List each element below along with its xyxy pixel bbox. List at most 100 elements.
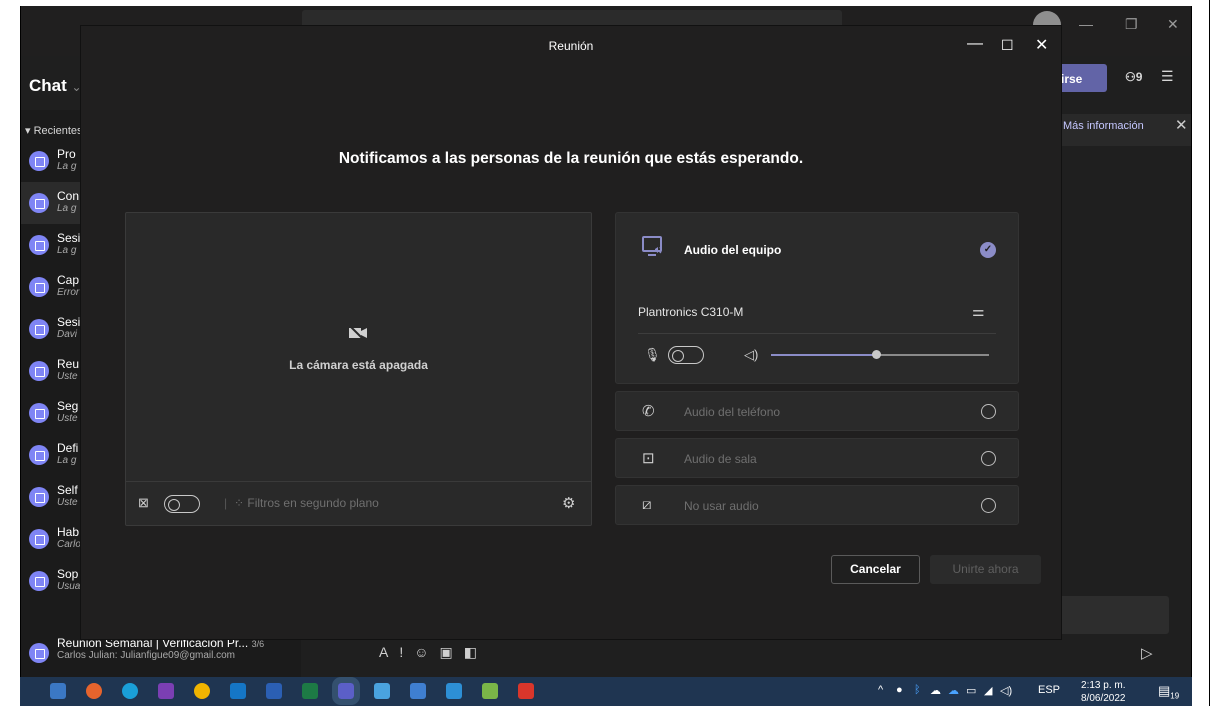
join-now-button[interactable]: Unirte ahora [930, 555, 1041, 584]
mic-icon[interactable]: ● [896, 684, 903, 696]
edge-icon[interactable] [122, 683, 138, 699]
app-icon[interactable] [374, 683, 390, 699]
camera-off-icon: ⊠ [138, 495, 149, 510]
important-icon[interactable]: ! [399, 644, 414, 660]
speaker-icon: ◁) [744, 347, 759, 362]
volume-icon[interactable]: ◁) [1000, 684, 1012, 697]
phone-audio-radio[interactable] [981, 404, 996, 419]
gear-icon[interactable]: ⚙ [562, 494, 575, 512]
camera-off-label: La cámara está apagada [289, 358, 428, 372]
meeting-dialog: Reunión — ☐ ✕ Notificamos a las personas… [81, 26, 1061, 639]
gif-icon[interactable]: ▣ [440, 644, 464, 660]
maximize-icon[interactable]: ☐ [1001, 37, 1014, 54]
close-icon[interactable]: ✕ [1175, 116, 1188, 134]
room-audio-radio[interactable] [981, 451, 996, 466]
compose-box[interactable] [1061, 596, 1169, 634]
app-icon[interactable] [410, 683, 426, 699]
video-preview: La cámara está apagada ⊠ | ⁘ Filtros en … [125, 212, 592, 526]
device-name: Plantronics C310-M [638, 305, 744, 319]
restore-icon[interactable]: ❐ [1125, 16, 1138, 33]
participants-count: 9 [1135, 70, 1143, 84]
language-indicator[interactable]: ESP [1038, 684, 1060, 696]
notification-count: 19 [1170, 691, 1180, 701]
cancel-button[interactable]: Cancelar [831, 555, 920, 584]
volume-slider[interactable] [771, 350, 989, 359]
no-audio-option[interactable]: ⧄ No usar audio [615, 485, 1019, 525]
meeting-avatar-icon [29, 571, 49, 591]
volume-fill [771, 354, 876, 356]
onedrive-icon[interactable]: ☁ [948, 684, 959, 697]
meeting-avatar-icon [29, 529, 49, 549]
room-audio-label: Audio de sala [684, 452, 757, 466]
send-icon[interactable]: ▷ [1141, 644, 1153, 662]
meeting-avatar-icon [29, 361, 49, 381]
minimize-icon[interactable]: — [1079, 16, 1093, 32]
firefox-icon[interactable] [86, 683, 102, 699]
format-icon[interactable]: A [379, 644, 399, 660]
list-icon[interactable]: ☰ [1161, 68, 1174, 85]
mic-toggle[interactable] [668, 346, 704, 364]
waiting-message: Notificamos a las personas de la reunión… [338, 150, 804, 167]
chat-title: Chat [29, 76, 67, 95]
chevron-up-icon[interactable]: ^ [878, 684, 883, 696]
computer-audio-option[interactable]: Audio del equipo ✓ Plantronics C310-M ⚌ … [615, 212, 1019, 384]
clock[interactable]: 2:13 p. m. 8/06/2022 [1081, 679, 1126, 705]
meeting-avatar-icon [29, 277, 49, 297]
recent-label: Recientes [33, 125, 83, 137]
phone-audio-label: Audio del teléfono [684, 405, 781, 419]
file-explorer-icon[interactable] [50, 683, 66, 699]
bg-filters-button[interactable]: ⁘ Filtros en segundo plano [234, 496, 379, 510]
chat-counter: 3/6 [251, 639, 265, 649]
phone-icon: ✆ [642, 403, 655, 420]
bluetooth-icon[interactable]: ᛒ [914, 684, 921, 696]
people-icon: ⚇ [1125, 70, 1136, 84]
compose-toolbar: A!☺▣◧ [379, 644, 488, 661]
participants-button[interactable]: ⚇9 [1125, 70, 1142, 84]
meeting-avatar-icon [29, 235, 49, 255]
checkmark-icon: ✓ [980, 242, 996, 258]
room-audio-icon: ⊡ [642, 450, 655, 467]
close-icon[interactable]: ✕ [1035, 35, 1048, 55]
dialog-title: Reunión [548, 39, 594, 53]
room-audio-option[interactable]: ⊡ Audio de sala [615, 438, 1019, 478]
clock-date: 8/06/2022 [1081, 693, 1126, 704]
outlook-icon[interactable] [230, 683, 246, 699]
no-audio-radio[interactable] [981, 498, 996, 513]
meeting-avatar-icon [29, 643, 49, 663]
anydesk-icon[interactable] [518, 683, 534, 699]
window-border [1209, 0, 1210, 706]
onedrive-icon[interactable]: ☁ [930, 684, 941, 697]
notification-icon[interactable]: ▤19 [1158, 683, 1179, 701]
close-icon[interactable]: ✕ [1167, 16, 1179, 33]
meeting-avatar-icon [29, 403, 49, 423]
volume-thumb[interactable] [871, 350, 881, 359]
emoji-icon[interactable]: ☺ [414, 644, 439, 660]
video-toolbar: ⊠ | ⁘ Filtros en segundo plano ⚙ [126, 481, 591, 525]
join-button[interactable]: irse [1061, 64, 1107, 92]
phone-audio-option[interactable]: ✆ Audio del teléfono [615, 391, 1019, 431]
no-audio-icon: ⧄ [642, 496, 652, 513]
chrome-icon[interactable] [194, 683, 210, 699]
wifi-icon[interactable]: ◢ [984, 684, 992, 697]
meeting-chat-panel [1061, 62, 1191, 677]
meeting-avatar-icon [29, 487, 49, 507]
mail-icon[interactable] [446, 683, 462, 699]
no-audio-label: No usar audio [684, 499, 759, 513]
meeting-avatar-icon [29, 193, 49, 213]
battery-icon[interactable]: ▭ [966, 684, 976, 697]
camera-toggle[interactable] [164, 495, 200, 513]
device-settings-icon[interactable]: ⚌ [972, 303, 985, 320]
sticker-icon[interactable]: ◧ [464, 644, 488, 660]
app-icon[interactable] [482, 683, 498, 699]
camera-off-icon [349, 326, 367, 340]
meeting-avatar-icon [29, 445, 49, 465]
teams-icon[interactable] [332, 677, 360, 705]
onenote-icon[interactable] [158, 683, 174, 699]
minimize-icon[interactable]: — [967, 35, 983, 53]
excel-icon[interactable] [302, 683, 318, 699]
meeting-avatar-icon [29, 151, 49, 171]
filters-icon: ⁘ [234, 496, 248, 510]
more-info-link[interactable]: Más información [1063, 120, 1144, 132]
word-icon[interactable] [266, 683, 282, 699]
chat-preview: Carlos Julian: Julianfigue09@gmail.com [57, 650, 236, 661]
